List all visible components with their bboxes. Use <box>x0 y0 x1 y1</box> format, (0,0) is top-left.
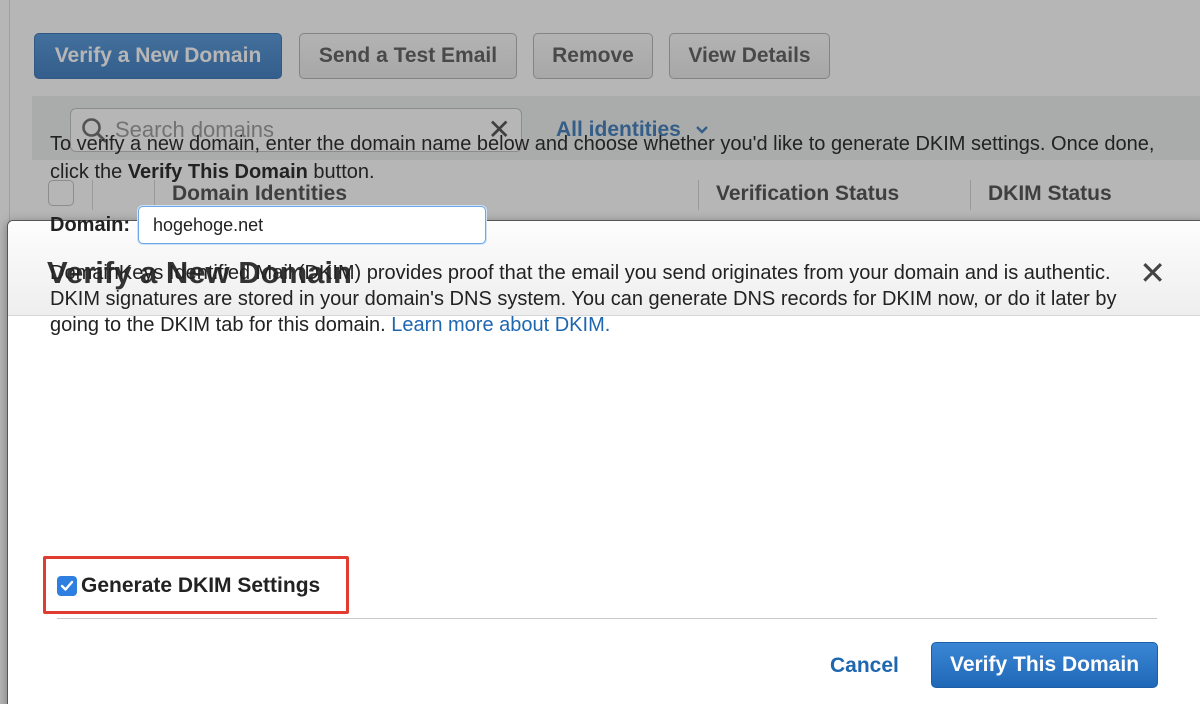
dkim-description: DomainKeys Identified Mail (DKIM) provid… <box>50 262 1117 336</box>
generate-dkim-checkbox[interactable] <box>57 576 77 596</box>
domain-label: Domain: <box>50 213 130 236</box>
verify-this-domain-button[interactable]: Verify This Domain <box>931 642 1158 688</box>
generate-dkim-option[interactable]: Generate DKIM Settings <box>57 574 320 598</box>
domain-row: Domain: <box>50 206 1160 244</box>
cancel-button[interactable]: Cancel <box>830 654 899 678</box>
checkmark-icon <box>60 580 74 591</box>
intro-bold-text: Verify This Domain <box>127 161 308 183</box>
generate-dkim-label: Generate DKIM Settings <box>81 574 321 597</box>
intro-text: To verify a new domain, enter the domain… <box>50 133 1155 183</box>
dialog-body: To verify a new domain, enter the domain… <box>50 130 1160 338</box>
learn-more-dkim-link[interactable]: Learn more about DKIM. <box>391 314 610 336</box>
footer-divider <box>57 618 1157 619</box>
domain-input[interactable] <box>138 206 486 244</box>
